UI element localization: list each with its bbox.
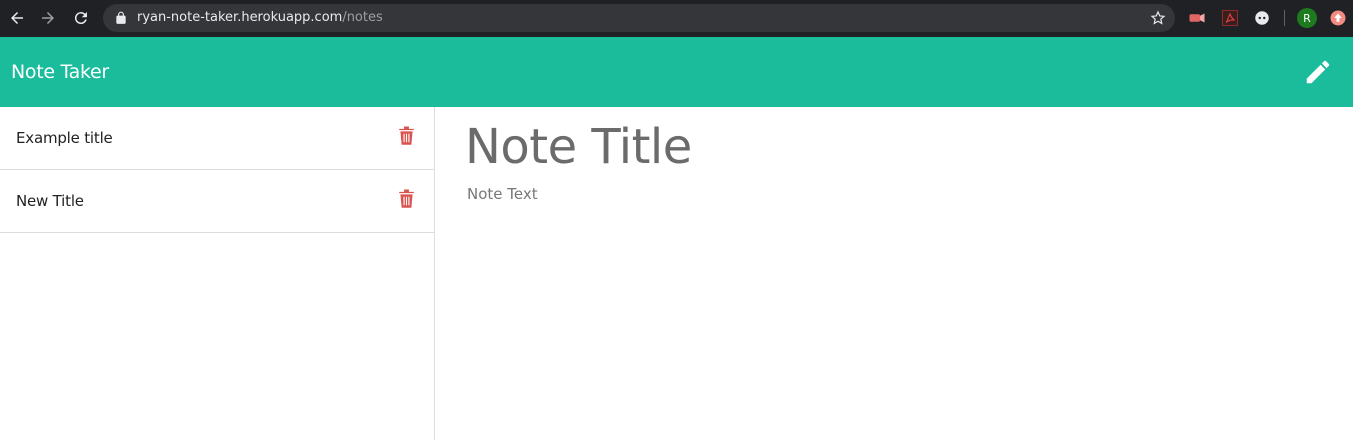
lock-icon [116, 11, 126, 24]
trash-icon[interactable] [398, 188, 415, 208]
pencil-icon [1306, 60, 1330, 84]
back-button[interactable] [4, 5, 30, 31]
note-list: Example title New Title [0, 107, 435, 440]
browser-toolbar: ryan-note-taker.herokuapp.com/notes R [0, 0, 1353, 37]
address-bar[interactable]: ryan-note-taker.herokuapp.com/notes [103, 4, 1175, 32]
pdf-extension-icon[interactable] [1221, 9, 1239, 27]
list-item[interactable]: Example title [0, 107, 434, 170]
forward-button[interactable] [35, 5, 61, 31]
note-title: New Title [16, 192, 84, 210]
url-text: ryan-note-taker.herokuapp.com/notes [137, 10, 383, 25]
app-navbar: Note Taker [0, 37, 1353, 107]
toolbar-separator [1284, 10, 1285, 26]
list-item[interactable]: New Title [0, 170, 434, 233]
note-editor [435, 107, 1353, 440]
trash-icon[interactable] [398, 125, 415, 145]
note-title: Example title [16, 129, 113, 147]
extension-icon[interactable] [1253, 9, 1271, 27]
reload-icon [74, 12, 87, 25]
extension-icon[interactable] [1329, 9, 1347, 27]
note-title-input[interactable] [465, 117, 1325, 177]
back-icon [11, 12, 23, 24]
brand-title[interactable]: Note Taker [11, 61, 109, 83]
reload-button[interactable] [68, 5, 94, 31]
extension-icon[interactable] [1188, 9, 1206, 27]
forward-icon [42, 12, 54, 24]
profile-avatar[interactable]: R [1297, 8, 1317, 28]
note-text-input[interactable] [467, 185, 1327, 425]
new-note-button[interactable] [1303, 57, 1333, 87]
star-icon[interactable] [1150, 10, 1166, 26]
